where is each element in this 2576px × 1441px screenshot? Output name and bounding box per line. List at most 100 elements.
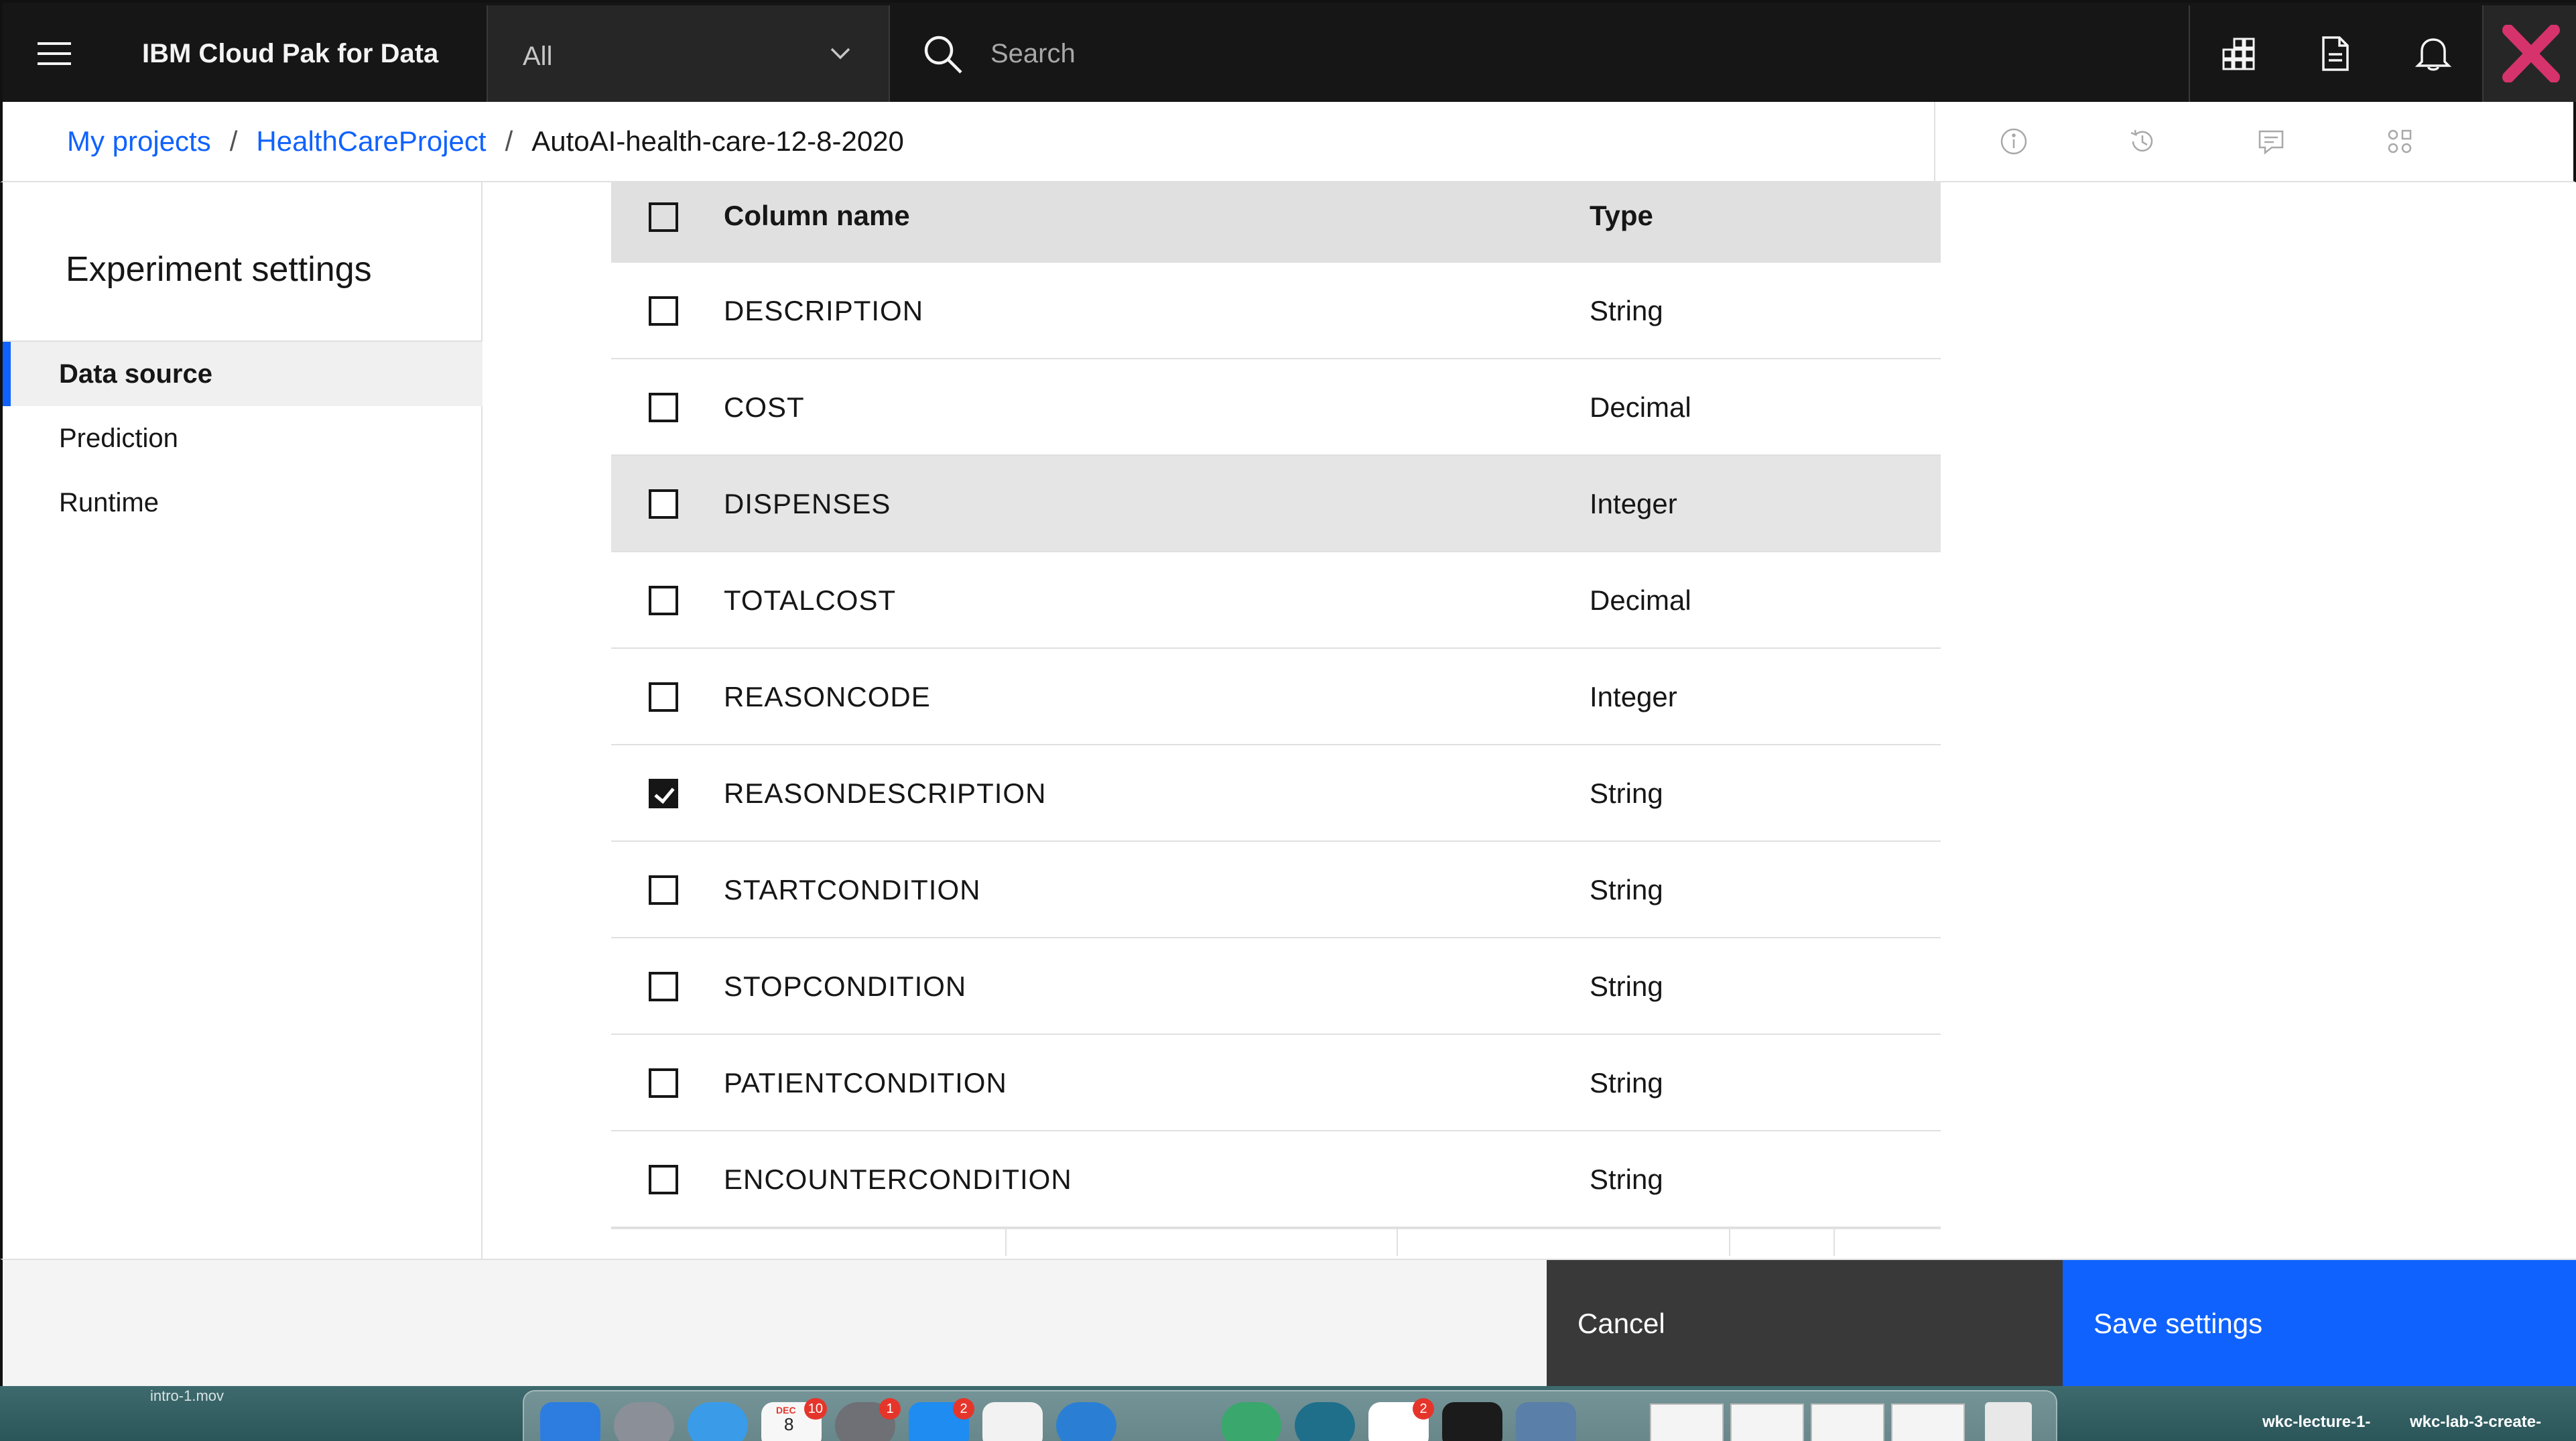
preview-icon[interactable] — [1516, 1402, 1576, 1441]
bell-icon — [2415, 38, 2451, 71]
column-name-cell: DESCRIPTION — [724, 295, 924, 326]
apps-button[interactable] — [2189, 5, 2287, 102]
search-bar — [889, 5, 2189, 102]
minimized-window[interactable] — [1811, 1403, 1884, 1441]
column-name-cell: DISPENSES — [724, 488, 891, 519]
column-header-type: Type — [1590, 200, 1653, 231]
row-checkbox[interactable] — [649, 586, 678, 615]
info-icon[interactable] — [2000, 127, 2028, 155]
desktop-window-label[interactable]: wkc-lecture-1- — [2262, 1413, 2370, 1432]
table-row[interactable]: ENCOUNTERCONDITION String — [611, 1131, 1941, 1228]
columns-table: Column name Type DESCRIPTION String COST… — [611, 182, 1941, 1256]
breadcrumb-bar: My projects / HealthCareProject / AutoAI… — [0, 102, 2576, 182]
browser-icon[interactable] — [1295, 1402, 1355, 1441]
column-name-cell: STARTCONDITION — [724, 874, 981, 905]
history-icon[interactable] — [2128, 127, 2156, 155]
column-type-cell: String — [1590, 777, 1663, 809]
trash-icon[interactable] — [1985, 1402, 2032, 1441]
sidebar-item-prediction[interactable]: Prediction — [3, 406, 482, 471]
dock-badge: 2 — [953, 1398, 974, 1420]
column-name-cell: ENCOUNTERCONDITION — [724, 1164, 1072, 1195]
column-name-cell: PATIENTCONDITION — [724, 1067, 1007, 1099]
column-type-cell: Decimal — [1590, 391, 1691, 423]
row-checkbox[interactable] — [649, 875, 678, 905]
brand-name[interactable]: IBM Cloud Pak for Data — [142, 3, 438, 105]
column-name-cell: COST — [724, 391, 805, 423]
row-checkbox[interactable] — [649, 393, 678, 422]
table-row[interactable]: STOPCONDITION String — [611, 938, 1941, 1035]
settings-footer: Cancel Save settings — [0, 1259, 2576, 1387]
dock-badge: 2 — [1413, 1398, 1434, 1420]
table-row[interactable]: STARTCONDITION String — [611, 842, 1941, 938]
table-next-rows-edge — [611, 1228, 1941, 1256]
terminal-icon[interactable] — [1442, 1402, 1502, 1441]
column-type-cell: Integer — [1590, 488, 1677, 519]
desktop-file-label[interactable]: intro-1.mov — [150, 1387, 224, 1405]
experiment-settings-sidebar: Experiment settings Data source Predicti… — [0, 182, 482, 1259]
sidebar-item-data-source[interactable]: Data source — [3, 342, 482, 406]
search-icon — [924, 36, 962, 74]
breadcrumb-my-projects[interactable]: My projects — [67, 125, 211, 158]
minimized-window[interactable] — [1650, 1403, 1724, 1441]
shapes-icon[interactable] — [2386, 127, 2414, 155]
column-name-cell: REASONCODE — [724, 681, 931, 712]
edge-browser-icon[interactable] — [1056, 1402, 1116, 1441]
slack-icon[interactable]: 2 — [1368, 1398, 1434, 1441]
row-checkbox[interactable] — [649, 682, 678, 712]
dock-badge: 1 — [879, 1398, 901, 1420]
minimized-window[interactable] — [1730, 1403, 1804, 1441]
notes-app-icon[interactable] — [982, 1402, 1043, 1441]
table-row[interactable]: PATIENTCONDITION String — [611, 1035, 1941, 1131]
row-checkbox[interactable] — [649, 296, 678, 326]
user-avatar-button[interactable] — [2482, 5, 2576, 102]
search-input[interactable] — [990, 29, 2130, 78]
safari-icon[interactable] — [688, 1402, 748, 1441]
column-name-cell: STOPCONDITION — [724, 970, 967, 1002]
desktop-window-label[interactable]: wkc-lab-3-create- — [2410, 1413, 2541, 1432]
macos-desktop: intro-1.mov DEC 8 10 1 2 2 wkc-lecture-1… — [0, 1386, 2576, 1441]
document-icon — [2322, 36, 2349, 71]
side-panel-toolbar — [1934, 102, 2576, 181]
hamburger-menu-button[interactable] — [5, 5, 103, 102]
breadcrumb-project[interactable]: HealthCareProject — [256, 125, 486, 158]
system-preferences-icon[interactable]: 1 — [835, 1398, 901, 1441]
row-checkbox[interactable] — [649, 1068, 678, 1098]
row-checkbox[interactable] — [649, 489, 678, 519]
minimized-window[interactable] — [1891, 1403, 1965, 1441]
save-settings-button[interactable]: Save settings — [2063, 1260, 2576, 1387]
row-checkbox[interactable] — [649, 1165, 678, 1194]
scope-dropdown[interactable]: All — [487, 5, 889, 102]
calendar-day: 8 — [784, 1414, 794, 1434]
documentation-button[interactable] — [2287, 5, 2384, 102]
table-row[interactable]: REASONCODE Integer — [611, 649, 1941, 745]
column-type-cell: Decimal — [1590, 584, 1691, 616]
scope-dropdown-value: All — [523, 42, 553, 71]
cancel-button[interactable]: Cancel — [1547, 1260, 2063, 1387]
sync-app-icon[interactable] — [1221, 1402, 1281, 1441]
calendar-icon[interactable]: DEC 8 10 — [761, 1398, 827, 1441]
table-row[interactable]: DISPENSES Integer — [611, 456, 1941, 552]
row-checkbox-checked[interactable] — [649, 779, 678, 808]
breadcrumb: My projects / HealthCareProject / AutoAI… — [67, 102, 904, 181]
table-row[interactable]: TOTALCOST Decimal — [611, 552, 1941, 649]
table-row[interactable]: DESCRIPTION String — [611, 263, 1941, 359]
finder-icon[interactable] — [540, 1402, 600, 1441]
sidebar-title: Experiment settings — [66, 250, 372, 289]
select-all-checkbox[interactable] — [649, 202, 678, 232]
row-checkbox[interactable] — [649, 972, 678, 1001]
breadcrumb-separator: / — [229, 125, 238, 157]
table-row[interactable]: REASONDESCRIPTION String — [611, 745, 1941, 842]
table-row[interactable]: COST Decimal — [611, 359, 1941, 456]
dock-badge: 10 — [803, 1398, 827, 1420]
app-store-icon[interactable]: 2 — [909, 1398, 974, 1441]
macos-dock: DEC 8 10 1 2 2 — [523, 1390, 2057, 1441]
column-type-cell: Integer — [1590, 681, 1677, 712]
global-header: IBM Cloud Pak for Data All — [0, 0, 2576, 102]
sidebar-item-runtime[interactable]: Runtime — [3, 471, 482, 535]
launchpad-icon[interactable] — [614, 1402, 674, 1441]
breadcrumb-current: AutoAI-health-care-12-8-2020 — [531, 125, 904, 157]
comment-icon[interactable] — [2257, 127, 2285, 155]
table-header-row: Column name Type — [611, 182, 1941, 263]
chevron-down-icon — [830, 48, 850, 60]
notifications-button[interactable] — [2384, 5, 2482, 102]
